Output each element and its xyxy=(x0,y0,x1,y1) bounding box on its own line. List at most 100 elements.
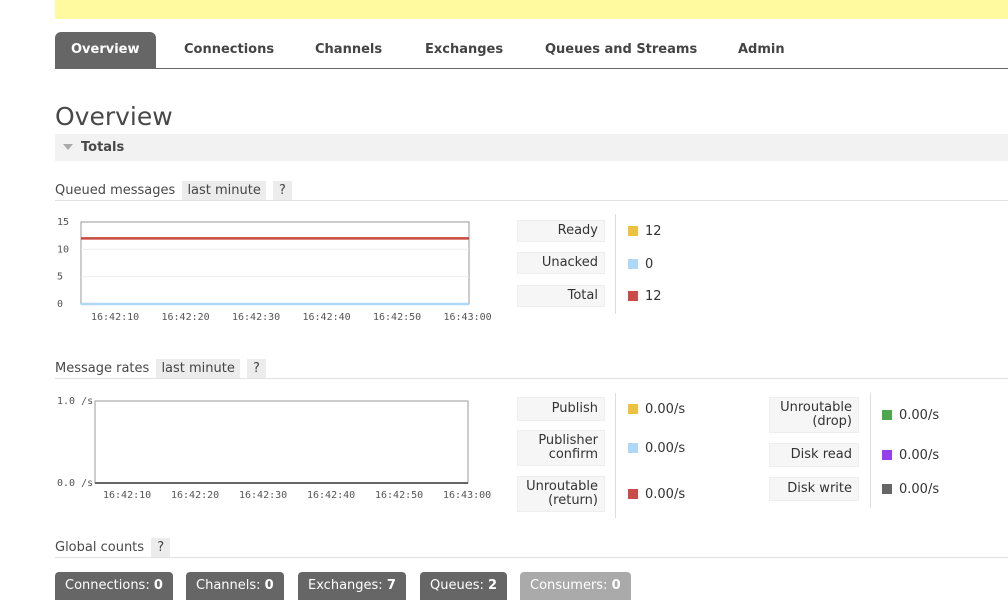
legend-value-total: 12 xyxy=(628,289,662,305)
totals-label: Totals xyxy=(81,140,125,155)
legend-value-ready: 12 xyxy=(628,224,662,240)
queued-help-button[interactable]: ? xyxy=(273,181,292,200)
global-counts-title: Global counts ? xyxy=(55,538,171,557)
totals-section-toggle[interactable]: Totals xyxy=(55,134,1008,161)
connections-count-button[interactable]: Connections: 0 xyxy=(55,572,173,600)
count-label: Queues: xyxy=(430,578,484,593)
count-label: Channels: xyxy=(196,578,261,593)
x-tick-label: 16:42:40 xyxy=(303,312,351,323)
global-counts-label: Global counts xyxy=(55,540,145,555)
exchanges-count-button[interactable]: Exchanges: 7 xyxy=(298,572,406,600)
x-tick-label: 16:42:30 xyxy=(232,312,280,323)
tab-admin[interactable]: Admin xyxy=(722,32,801,68)
legend-label-disk-write: Disk write xyxy=(769,477,859,501)
x-tick-label: 16:42:40 xyxy=(307,490,355,501)
divider xyxy=(55,200,1008,201)
legend-divider xyxy=(615,214,616,314)
legend-label-unacked: Unacked xyxy=(517,252,605,274)
message-rates-label: Message rates xyxy=(55,361,150,376)
rates-help-button[interactable]: ? xyxy=(247,359,266,378)
queues-count-button[interactable]: Queues: 2 xyxy=(420,572,508,600)
disk-read-color-swatch xyxy=(882,450,892,460)
unroutable-drop-value: 0.00/s xyxy=(899,408,940,423)
legend-divider xyxy=(615,393,616,518)
legend-label-disk-read: Disk read xyxy=(769,443,859,467)
queued-messages-title: Queued messages last minute ? xyxy=(55,181,292,200)
count-value: 2 xyxy=(488,578,498,593)
legend-divider xyxy=(870,393,871,508)
x-tick-label: 16:42:20 xyxy=(162,312,210,323)
count-value: 0 xyxy=(264,578,274,593)
unroutable-return-color-swatch xyxy=(628,489,638,499)
legend-value-unroutable-drop: 0.00/s xyxy=(882,408,939,424)
legend-label-unroutable-drop: Unroutable (drop) xyxy=(769,397,859,433)
disk-write-label: Disk write xyxy=(787,481,852,496)
disk-write-color-swatch xyxy=(882,484,892,494)
publish-label: Publish xyxy=(551,401,598,416)
count-value: 0 xyxy=(611,578,621,593)
legend-label-unroutable-return: Unroutable (return) xyxy=(517,476,605,512)
y-tick-label: 10 xyxy=(57,244,69,255)
queued-range-selector[interactable]: last minute xyxy=(182,181,266,200)
publisher-confirm-value: 0.00/s xyxy=(645,441,686,456)
count-value: 7 xyxy=(386,578,396,593)
unroutable-drop-color-swatch xyxy=(882,410,892,420)
channels-count-button[interactable]: Channels: 0 xyxy=(186,572,284,600)
message-rates-title: Message rates last minute ? xyxy=(55,359,266,378)
tab-channels[interactable]: Channels xyxy=(299,32,398,68)
legend-label-publish: Publish xyxy=(517,397,605,421)
y-tick-label: 0.0 /s xyxy=(57,478,93,489)
plot-area xyxy=(94,400,469,484)
page-title: Overview xyxy=(55,102,173,131)
publish-color-swatch xyxy=(628,404,638,414)
y-tick-label: 5 xyxy=(57,272,63,283)
tab-queues-and-streams[interactable]: Queues and Streams xyxy=(529,32,713,68)
total-value: 12 xyxy=(645,289,662,304)
consumers-count-button[interactable]: Consumers: 0 xyxy=(520,572,631,600)
disk-write-value: 0.00/s xyxy=(899,482,940,497)
legend-value-disk-write: 0.00/s xyxy=(882,482,939,498)
tab-overview[interactable]: Overview xyxy=(55,32,156,68)
x-tick-label: 16:42:30 xyxy=(239,490,287,501)
tab-exchanges[interactable]: Exchanges xyxy=(409,32,519,68)
count-value: 0 xyxy=(153,578,163,593)
queued-messages-label: Queued messages xyxy=(55,183,176,198)
legend-value-unroutable-return: 0.00/s xyxy=(628,487,685,503)
notice-banner xyxy=(55,0,1008,19)
plot-area xyxy=(80,221,470,305)
ready-color-swatch xyxy=(628,226,638,236)
divider xyxy=(55,378,1008,379)
publish-value: 0.00/s xyxy=(645,402,686,417)
unroutable-drop-label-line: Unroutable xyxy=(780,400,852,415)
rates-range-selector[interactable]: last minute xyxy=(156,359,240,378)
legend-value-unacked: 0 xyxy=(628,257,653,273)
tab-connections[interactable]: Connections xyxy=(168,32,290,68)
disk-read-value: 0.00/s xyxy=(899,448,940,463)
global-counts-help-button[interactable]: ? xyxy=(151,538,171,557)
message-rates-chart: 1.0 /s 0.0 /s 16:42:10 16:42:20 16:42:30 16:4… xyxy=(57,396,491,501)
publisher-confirm-color-swatch xyxy=(628,443,638,453)
legend-label-ready: Ready xyxy=(517,220,605,242)
legend-value-publish: 0.00/s xyxy=(628,402,685,418)
unroutable-return-label-line: Unroutable xyxy=(526,479,598,494)
count-label: Connections: xyxy=(65,578,150,593)
unroutable-return-value: 0.00/s xyxy=(645,487,686,502)
x-tick-label: 16:42:10 xyxy=(103,490,151,501)
x-tick-label: 16:42:50 xyxy=(375,490,423,501)
x-tick-label: 16:43:00 xyxy=(444,312,492,323)
publisher-confirm-label-line: confirm xyxy=(548,447,598,462)
legend-value-disk-read: 0.00/s xyxy=(882,448,939,464)
y-tick-label: 15 xyxy=(57,217,69,228)
legend-label-total: Total xyxy=(517,285,605,307)
y-tick-label: 1.0 /s xyxy=(57,396,93,407)
count-label: Consumers: xyxy=(530,578,608,593)
x-tick-label: 16:42:10 xyxy=(91,312,139,323)
collapse-triangle-icon xyxy=(63,143,73,150)
disk-read-label: Disk read xyxy=(790,447,852,462)
unacked-value: 0 xyxy=(645,257,654,272)
ready-value: 12 xyxy=(645,224,662,239)
x-tick-label: 16:42:50 xyxy=(373,312,421,323)
publisher-confirm-label-line: Publisher xyxy=(538,433,598,448)
divider xyxy=(55,557,1008,558)
unroutable-return-label-line: (return) xyxy=(548,493,598,508)
